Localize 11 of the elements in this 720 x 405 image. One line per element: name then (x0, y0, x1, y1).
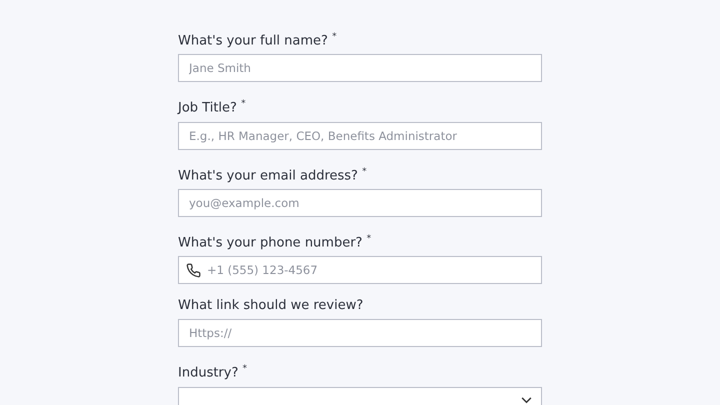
input-field[interactable]: E.g., HR Manager, CEO, Benefits Administrator (178, 122, 542, 150)
input-field[interactable]: Https:// (178, 319, 542, 348)
phone-field[interactable]: +1 (555) 123-4567 (178, 256, 542, 284)
field-label: What link should we review? (178, 298, 364, 314)
field-label: What's your full name? $^{*}$ (178, 31, 338, 50)
input-field[interactable]: you@example.com (178, 188, 542, 217)
chevron-down-icon (521, 397, 532, 404)
field-label: Job Title? $^{*}$ (178, 98, 247, 117)
field-label: Industry? $^{*}$ (178, 363, 248, 382)
field-label: What's your phone number? $^{*}$ (178, 232, 372, 252)
field-label: What's your email address? $^{*}$ (178, 166, 368, 184)
